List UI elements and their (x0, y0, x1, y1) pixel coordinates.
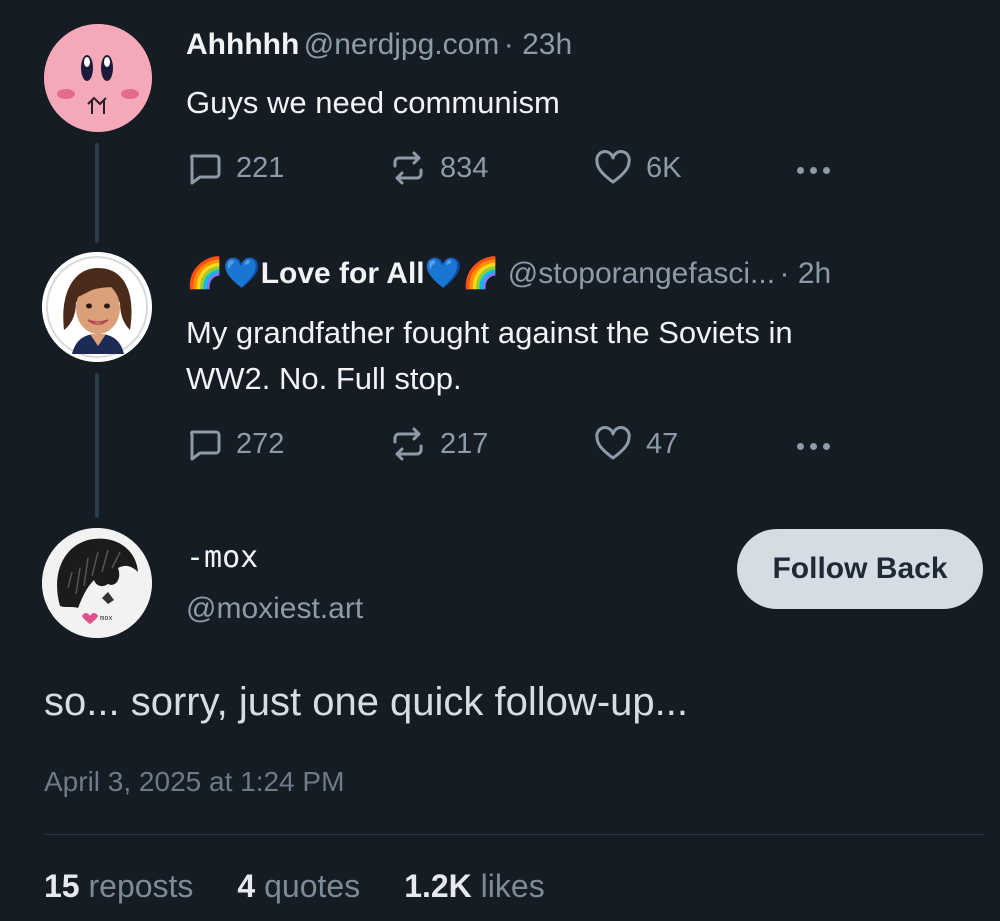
author-handle[interactable]: @nerdjpg.com (304, 28, 500, 61)
sketch-hair-avatar-icon: mox (42, 528, 152, 638)
likes-stat[interactable]: 1.2K likes (404, 868, 545, 905)
repost-button[interactable]: 217 (390, 426, 488, 462)
quotes-label: quotes (255, 868, 361, 904)
author-handle[interactable]: @moxiest.art (186, 592, 363, 626)
author-name[interactable]: Ahhhhh (186, 28, 299, 61)
thread-line (95, 143, 99, 243)
more-options-button[interactable] (797, 443, 830, 450)
display-name[interactable]: -mox (186, 540, 258, 575)
author-handle[interactable]: @stoporangefasci... (508, 257, 775, 290)
reply-count: 221 (236, 151, 285, 184)
dot-icon (797, 167, 804, 174)
post-time: · 2h (779, 257, 832, 290)
repost-count: 217 (440, 427, 489, 460)
reposts-label: reposts (79, 868, 194, 904)
reposts-stat[interactable]: 15 reposts (44, 868, 193, 905)
reply-button[interactable]: 272 (186, 426, 284, 462)
divider (44, 834, 984, 835)
post-text-line: WW2. No. Full stop. (186, 361, 462, 396)
post-header: Ahhhhh @nerdjpg.com · 23h (186, 28, 572, 62)
likes-count: 1.2K (404, 868, 472, 904)
author-name[interactable]: 🌈💙Love for All💙🌈 (186, 257, 499, 290)
post-text: so... sorry, just one quick follow-up... (44, 680, 688, 724)
post-text-line: My grandfather fought against the Soviet… (186, 315, 793, 350)
follow-back-button[interactable]: Follow Back (737, 529, 983, 609)
quotes-stat[interactable]: 4 quotes (237, 868, 360, 905)
thread-line (95, 373, 99, 518)
repost-count: 834 (440, 151, 489, 184)
pink-blob-avatar-icon (44, 24, 152, 132)
reply-button[interactable]: 221 (186, 150, 284, 186)
likes-label: likes (471, 868, 545, 904)
avatar[interactable]: mox (42, 528, 152, 638)
reply-icon (190, 430, 221, 461)
like-button[interactable]: 6K (594, 150, 681, 186)
like-count: 47 (646, 427, 679, 460)
dot-icon (823, 167, 830, 174)
avatar-logo-text: mox (100, 614, 113, 622)
quotes-count: 4 (237, 868, 256, 904)
avatar[interactable] (44, 24, 152, 132)
post-header: 🌈💙Love for All💙🌈 @stoporangefasci... · 2… (186, 256, 831, 291)
like-button[interactable]: 47 (594, 426, 678, 462)
repost-icon (393, 151, 423, 185)
repost-button[interactable]: 834 (390, 150, 488, 186)
dot-icon (810, 167, 817, 174)
reply-count: 272 (236, 427, 285, 460)
post-timestamp[interactable]: April 3, 2025 at 1:24 PM (44, 766, 344, 798)
avatar[interactable] (42, 252, 152, 362)
post-text: Guys we need communism (186, 85, 560, 120)
post-time: · 23h (503, 28, 573, 61)
reposts-count: 15 (44, 868, 80, 904)
cartoon-woman-avatar-icon (42, 252, 152, 362)
reply-icon (190, 154, 221, 185)
post-text: My grandfather fought against the Soviet… (186, 310, 793, 402)
dot-icon (810, 443, 817, 450)
engagement-stats: 15 reposts 4 quotes 1.2K likes (44, 868, 545, 905)
more-options-button[interactable] (797, 167, 830, 174)
dot-icon (797, 443, 804, 450)
like-count: 6K (646, 151, 682, 184)
dot-icon (823, 443, 830, 450)
repost-icon (393, 427, 423, 461)
heart-icon (595, 426, 631, 460)
heart-icon (595, 150, 631, 184)
